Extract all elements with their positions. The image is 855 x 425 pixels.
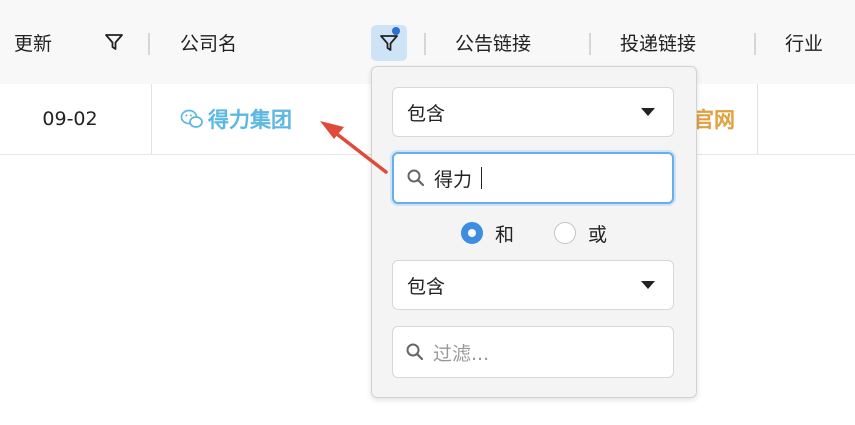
company-filter-button[interactable] (371, 25, 407, 61)
company-link[interactable]: 得力集团 (180, 84, 292, 154)
dropdown-triangle-icon (641, 108, 655, 116)
join-operator-group: 和 或 (372, 217, 696, 249)
column-separator[interactable] (754, 33, 756, 55)
condition-select-1[interactable]: 包含 (392, 87, 674, 137)
cell-divider (757, 84, 758, 154)
col-header-updated[interactable]: 更新 (14, 0, 52, 84)
radio-and-label: 和 (494, 223, 514, 246)
col-header-updated-label: 更新 (14, 32, 53, 55)
filter-input-2[interactable]: 过滤... (392, 326, 674, 378)
col-header-company[interactable]: 公司名 (180, 0, 237, 84)
delivery-link-text: 官网 (693, 108, 735, 132)
table-page: 更新 公司名 公告链接 投递链接 行业 09-02 得力集团 官网 包含 得力 … (0, 0, 855, 425)
company-name: 得力集团 (208, 108, 292, 132)
cell-updated-date: 09-02 (42, 108, 98, 130)
filter-input-1-value: 得力 (434, 168, 473, 191)
filter-icon (380, 35, 398, 51)
text-cursor (481, 167, 483, 189)
wechat-icon (180, 109, 203, 128)
radio-and-option[interactable]: 和 (460, 220, 514, 247)
col-header-delivery-link-label: 投递链接 (620, 32, 697, 55)
condition-select-2[interactable]: 包含 (392, 260, 674, 310)
col-header-announcement-link-label: 公告链接 (455, 32, 532, 55)
search-icon (406, 343, 424, 361)
column-separator[interactable] (589, 33, 591, 55)
filter-input-1[interactable]: 得力 (392, 152, 674, 204)
col-header-company-label: 公司名 (180, 32, 238, 55)
radio-or-label: 或 (588, 223, 608, 246)
filter-icon[interactable] (104, 32, 124, 52)
cell-divider (151, 84, 152, 154)
delivery-link[interactable]: 官网 (693, 84, 735, 154)
radio-and[interactable] (460, 222, 483, 244)
radio-or-option[interactable]: 或 (554, 220, 607, 247)
filter-input-2-placeholder: 过滤... (433, 342, 490, 365)
col-header-industry[interactable]: 行业 (785, 0, 823, 84)
column-separator[interactable] (424, 33, 426, 55)
filter-active-indicator (392, 27, 400, 35)
dropdown-triangle-icon (641, 281, 655, 289)
search-icon (407, 169, 425, 187)
condition-select-2-value: 包含 (407, 275, 446, 298)
radio-or[interactable] (554, 222, 576, 244)
column-separator[interactable] (148, 33, 150, 55)
col-header-industry-label: 行业 (785, 32, 824, 55)
filter-popup: 包含 得力 和 或 包含 过滤... (371, 66, 697, 398)
condition-select-1-value: 包含 (407, 102, 446, 125)
